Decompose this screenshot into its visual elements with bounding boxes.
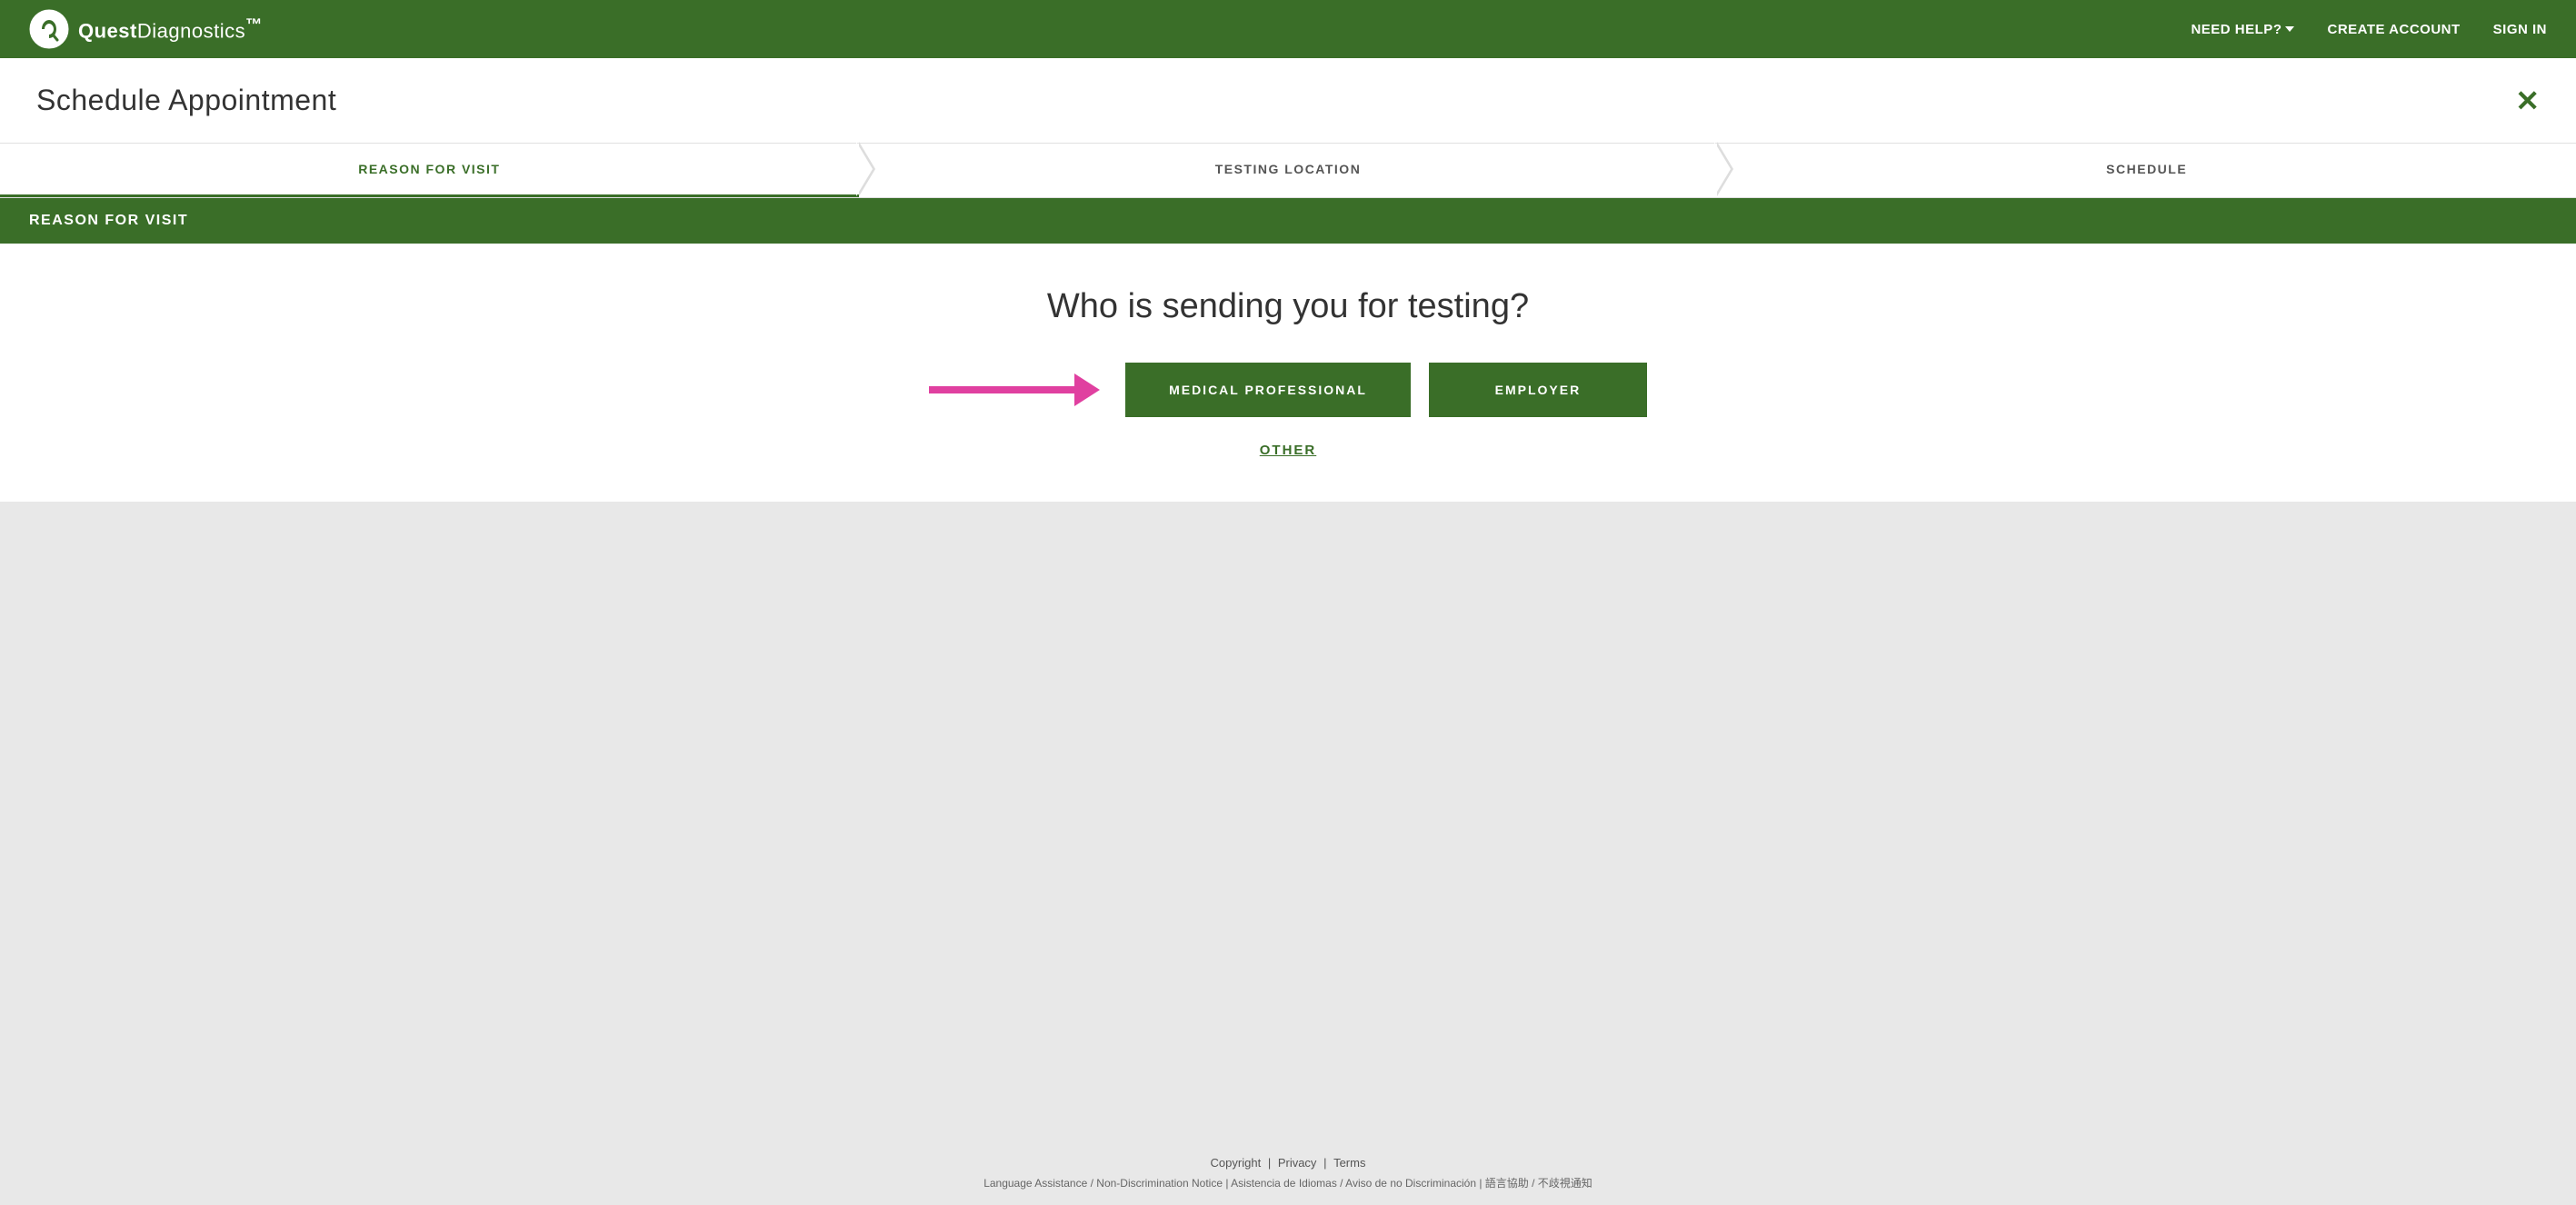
other-button[interactable]: OTHER (1260, 443, 1317, 458)
close-button[interactable]: ✕ (2515, 86, 2540, 115)
need-help-link[interactable]: NEED HELP? (2191, 22, 2294, 37)
progress-steps: REASON FOR VISIT TESTING LOCATION SCHEDU… (0, 144, 2576, 198)
employer-button[interactable]: EMPLOYER (1429, 363, 1647, 417)
privacy-link[interactable]: Privacy (1278, 1156, 1317, 1170)
main-content: REASON FOR VISIT Who is sending you for … (0, 198, 2576, 1134)
page-title-bar: Schedule Appointment ✕ (0, 58, 2576, 144)
sign-in-link[interactable]: SIGN IN (2493, 22, 2547, 37)
page-title: Schedule Appointment (36, 84, 336, 117)
section-header: REASON FOR VISIT (0, 198, 2576, 244)
step-schedule[interactable]: SCHEDULE (1717, 144, 2576, 197)
brand-name: QuestDiagnostics™ (78, 15, 263, 43)
section-title: REASON FOR VISIT (29, 213, 188, 228)
site-header: QuestDiagnostics™ NEED HELP? CREATE ACCO… (0, 0, 2576, 58)
arrow-head (1074, 373, 1100, 406)
magenta-arrow-icon (929, 373, 1100, 406)
create-account-link[interactable]: CREATE ACCOUNT (2327, 22, 2460, 37)
copyright-link[interactable]: Copyright (1211, 1156, 1262, 1170)
terms-link[interactable]: Terms (1333, 1156, 1365, 1170)
footer-links: Copyright | Privacy | Terms (15, 1156, 2561, 1170)
language-notice: Language Assistance / Non-Discrimination… (15, 1175, 2561, 1190)
logo[interactable]: QuestDiagnostics™ (29, 9, 263, 49)
quest-logo-icon (29, 9, 69, 49)
medical-professional-button[interactable]: MEDICAL PROFESSIONAL (1125, 363, 1411, 417)
arrow-indicator (929, 373, 1100, 406)
arrow-line (929, 386, 1074, 393)
site-footer: Copyright | Privacy | Terms Language Ass… (0, 1134, 2576, 1205)
header-nav: NEED HELP? CREATE ACCOUNT SIGN IN (2191, 22, 2547, 37)
step-reason-for-visit[interactable]: REASON FOR VISIT (0, 144, 859, 197)
question-heading: Who is sending you for testing? (1047, 287, 1529, 326)
reason-for-visit-card: Who is sending you for testing? MEDICAL … (0, 244, 2576, 502)
choice-buttons-row: MEDICAL PROFESSIONAL EMPLOYER (929, 363, 1647, 417)
step-testing-location[interactable]: TESTING LOCATION (859, 144, 1718, 197)
chevron-down-icon (2285, 26, 2294, 32)
